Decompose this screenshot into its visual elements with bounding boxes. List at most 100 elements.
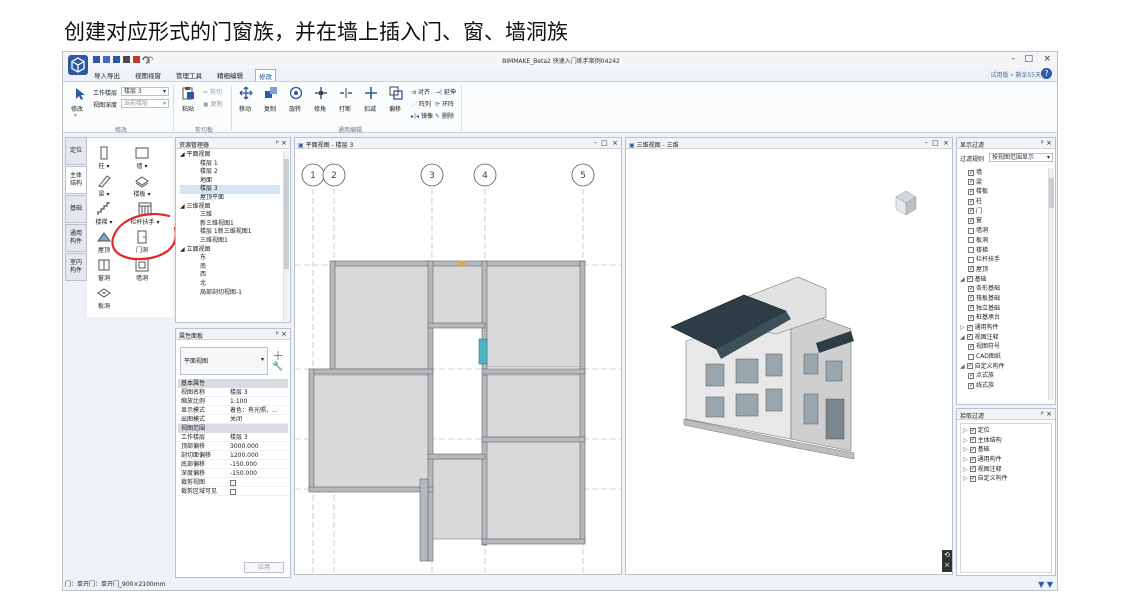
break-label[interactable]: 打断 xyxy=(339,104,351,113)
trim-corner-label[interactable]: 修角 xyxy=(314,104,326,113)
property-checkbox[interactable] xyxy=(230,478,288,486)
align-button[interactable]: ⇉ 对齐 xyxy=(411,87,430,96)
filter-checkbox[interactable] xyxy=(968,293,974,303)
filter-checkbox[interactable] xyxy=(968,247,974,253)
property-value[interactable]: -150.000 xyxy=(230,469,288,477)
palette-column[interactable]: 柱 ▾ xyxy=(89,146,119,170)
select-cursor-icon[interactable] xyxy=(73,87,87,101)
type-selector[interactable]: 平面视图 ▾ xyxy=(180,347,268,375)
filter-checkbox[interactable] xyxy=(969,474,976,484)
filter-checkbox[interactable] xyxy=(969,455,976,464)
tree-item[interactable]: 屋顶平面 xyxy=(180,194,280,203)
tree-item[interactable]: 楼层 2 xyxy=(180,168,280,177)
mirror-button[interactable]: ▸|◂ 镜像 xyxy=(411,111,433,120)
property-row[interactable]: 视图名称 楼层 3 xyxy=(178,388,288,397)
filter-checkbox[interactable] xyxy=(969,464,976,474)
ring-array-button[interactable]: ⟳ 环阵 xyxy=(435,99,454,108)
display-filter-item[interactable]: 板洞 xyxy=(960,236,1045,246)
rotate-label[interactable]: 旋转 xyxy=(289,104,301,113)
menu-modify[interactable]: 修改 xyxy=(255,69,276,81)
display-filter-item[interactable]: 桩基承台 xyxy=(960,313,1045,323)
property-value[interactable]: 关闭 xyxy=(230,415,288,423)
panel-pin-close-icon[interactable]: ᵖ × xyxy=(1041,139,1052,147)
tree-item[interactable]: ◢ 平面视图 xyxy=(180,151,280,160)
offset-label[interactable]: 偏移 xyxy=(389,104,401,113)
view-control-icon[interactable]: ⟲ × xyxy=(942,550,952,572)
display-filter-item[interactable]: CAD图纸 xyxy=(960,352,1045,362)
filter-rule-dropdown[interactable]: 按视图范围显示 ▾ xyxy=(989,153,1053,162)
filter-checkbox[interactable] xyxy=(968,168,974,177)
filter-checkbox[interactable] xyxy=(968,342,974,352)
property-value[interactable]: 1:100 xyxy=(230,397,288,405)
help-button[interactable]: ? xyxy=(1041,68,1052,79)
filter-checkbox[interactable] xyxy=(968,206,974,216)
pick-filter-item[interactable]: ▷基础 xyxy=(963,445,1049,455)
panel-pin-close-icon[interactable]: ᵖ × xyxy=(276,139,287,147)
display-filter-item[interactable]: 墙洞 xyxy=(960,226,1045,236)
menu-fine-edit[interactable]: 精细编辑 xyxy=(214,69,246,81)
extend-button[interactable]: →| 延伸 xyxy=(435,87,456,96)
filter-checkbox[interactable] xyxy=(968,197,974,206)
filter-checkbox[interactable] xyxy=(968,177,974,187)
tab-general-components[interactable]: 通用构件 xyxy=(65,224,87,252)
tree-item[interactable]: ◢ 三维视图 xyxy=(180,203,280,212)
property-value[interactable]: 楼层 3 xyxy=(230,388,288,396)
menu-import-export[interactable]: 导入导出 xyxy=(91,69,123,81)
property-row[interactable]: 底部偏移 -150.000 xyxy=(178,460,288,469)
break-icon[interactable] xyxy=(339,86,353,100)
display-filter-item[interactable]: 视图符号 xyxy=(960,342,1045,352)
copy-clip-button[interactable]: ▣ 复制 xyxy=(203,99,223,108)
array-button[interactable]: ⋰ 阵列 xyxy=(411,99,431,108)
palette-beam[interactable]: 梁 ▾ xyxy=(89,174,119,198)
property-value[interactable]: 着色：有光照，... xyxy=(230,406,288,414)
trim-corner-icon[interactable] xyxy=(314,86,328,100)
filter-checkbox[interactable] xyxy=(968,264,974,274)
property-row[interactable]: 显示模式 着色：有光照，... xyxy=(178,406,288,415)
cut-button[interactable]: ✂ 剪切 xyxy=(203,87,222,96)
delete-button[interactable]: ✎ 删除 xyxy=(435,111,454,120)
plan-view-window-controls[interactable]: - □ × xyxy=(594,139,618,147)
pick-filter-item[interactable]: ▷主体结构 xyxy=(963,435,1049,446)
filter-scrollbar[interactable] xyxy=(1048,168,1054,400)
edit-type-icon[interactable]: 🔧 xyxy=(272,362,283,372)
filter-checkbox[interactable] xyxy=(966,332,973,342)
filter-checkbox[interactable] xyxy=(968,313,974,323)
move-icon[interactable] xyxy=(239,86,253,100)
tree-scrollbar[interactable] xyxy=(283,151,289,321)
panel-pin-close-icon[interactable]: ᵖ × xyxy=(276,330,287,338)
property-row[interactable]: 裁剪视图 xyxy=(178,478,288,487)
filter-checkbox[interactable] xyxy=(968,237,974,244)
tree-item[interactable]: 北 xyxy=(180,280,280,289)
tree-item[interactable]: 楼层 3 xyxy=(180,185,280,194)
close-button[interactable]: × xyxy=(1043,54,1051,64)
tree-item[interactable]: ◢ 立面视图 xyxy=(180,246,280,255)
filter-checkbox[interactable] xyxy=(968,371,974,381)
apply-button[interactable]: 应用 xyxy=(244,562,284,573)
pick-filter-item[interactable]: ▷定位 xyxy=(963,426,1049,436)
subtract-label[interactable]: 扣减 xyxy=(364,104,376,113)
display-filter-item[interactable]: ▷通用构件 xyxy=(960,323,1045,333)
tree-item[interactable]: 三维视图1 xyxy=(180,237,280,246)
filter-checkbox[interactable] xyxy=(968,227,974,234)
panel-pin-close-icon[interactable]: ᵖ × xyxy=(1041,410,1052,418)
filter-checkbox[interactable] xyxy=(966,361,973,371)
property-value[interactable]: 3000.000 xyxy=(230,442,288,450)
tree-item[interactable]: 地面 xyxy=(180,177,280,186)
property-row[interactable]: 裁剪区域可见 xyxy=(178,487,288,496)
paste-icon[interactable] xyxy=(181,86,195,100)
filter-checkbox[interactable] xyxy=(968,353,974,360)
tab-foundation[interactable]: 基础 xyxy=(65,195,87,223)
view-cube-icon[interactable] xyxy=(895,190,917,216)
property-row[interactable]: 顶部偏移 3000.000 xyxy=(178,442,288,451)
tab-interior-components[interactable]: 室内构件 xyxy=(65,253,87,281)
minimize-button[interactable]: - xyxy=(1012,54,1015,64)
palette-wall[interactable]: 墙 ▾ xyxy=(127,146,157,170)
filter-checkbox[interactable] xyxy=(969,445,976,455)
filter-checkbox[interactable] xyxy=(968,381,974,390)
menu-manage-tools[interactable]: 管理工具 xyxy=(173,69,205,81)
floor-plan-canvas[interactable]: 1 2 3 4 5 xyxy=(295,149,621,574)
property-value[interactable]: -150.000 xyxy=(230,460,288,468)
pick-filter-item[interactable]: ▷自定义构件 xyxy=(963,474,1049,484)
filter-checkbox[interactable] xyxy=(966,274,973,284)
filter-checkbox[interactable] xyxy=(968,256,974,263)
